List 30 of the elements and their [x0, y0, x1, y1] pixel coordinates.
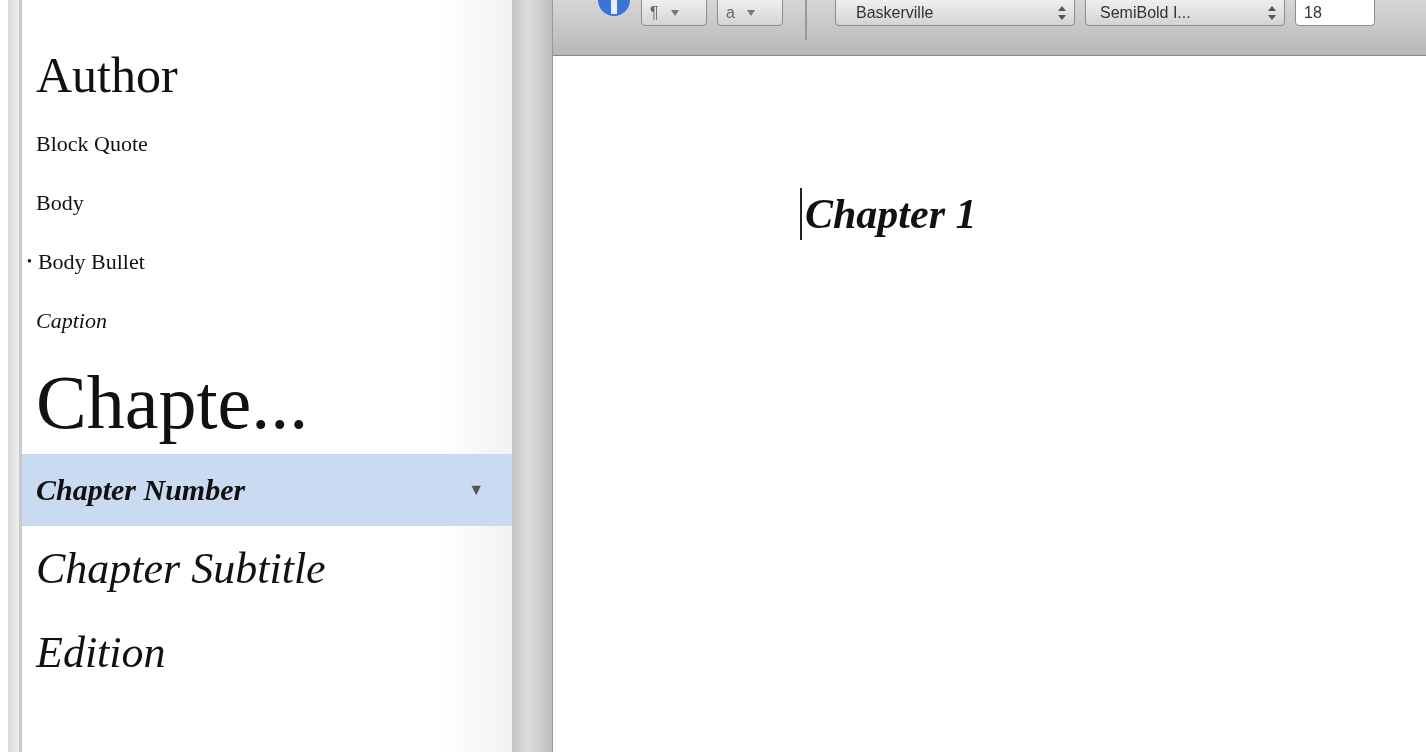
- font-size-field[interactable]: 18: [1295, 0, 1375, 26]
- style-item[interactable]: Caption: [22, 291, 512, 350]
- style-item[interactable]: Author: [22, 36, 512, 114]
- bullet-marker: •: [27, 253, 32, 270]
- caret-icon: [670, 10, 679, 16]
- style-name: Caption: [36, 307, 107, 334]
- font-family-popup[interactable]: Baskerville: [835, 0, 1075, 26]
- character-style-button[interactable]: a: [717, 0, 783, 26]
- style-name: Chapter Number: [36, 473, 246, 507]
- style-item[interactable]: Block Quote: [22, 114, 512, 173]
- style-name: Body Bullet: [37, 248, 145, 275]
- style-name: Author: [36, 46, 178, 104]
- style-item[interactable]: • Body Bullet: [22, 232, 506, 291]
- style-item[interactable]: Edition: [22, 610, 512, 694]
- style-item[interactable]: Chapte...: [22, 350, 512, 454]
- menu-arrow-icon[interactable]: ▼: [468, 481, 484, 499]
- style-name: Edition: [36, 626, 166, 678]
- stepper-arrows-icon: [1058, 6, 1066, 20]
- paragraph-style-button[interactable]: ¶: [641, 0, 707, 26]
- style-item[interactable]: Chapter Subtitle: [22, 526, 512, 610]
- caret-icon: [746, 10, 755, 16]
- style-name: Block Quote: [36, 130, 148, 157]
- style-item[interactable]: Body: [22, 173, 512, 232]
- style-name: Body: [36, 189, 84, 216]
- chapter-heading: Chapter 1: [805, 190, 977, 238]
- style-name: Chapte...: [36, 358, 309, 446]
- font-style-popup[interactable]: SemiBold I...: [1085, 0, 1285, 26]
- stepper-arrows-icon: [1268, 6, 1276, 20]
- style-name: Chapter Subtitle: [36, 542, 326, 594]
- style-item[interactable]: Chapter Number ▼: [22, 454, 512, 526]
